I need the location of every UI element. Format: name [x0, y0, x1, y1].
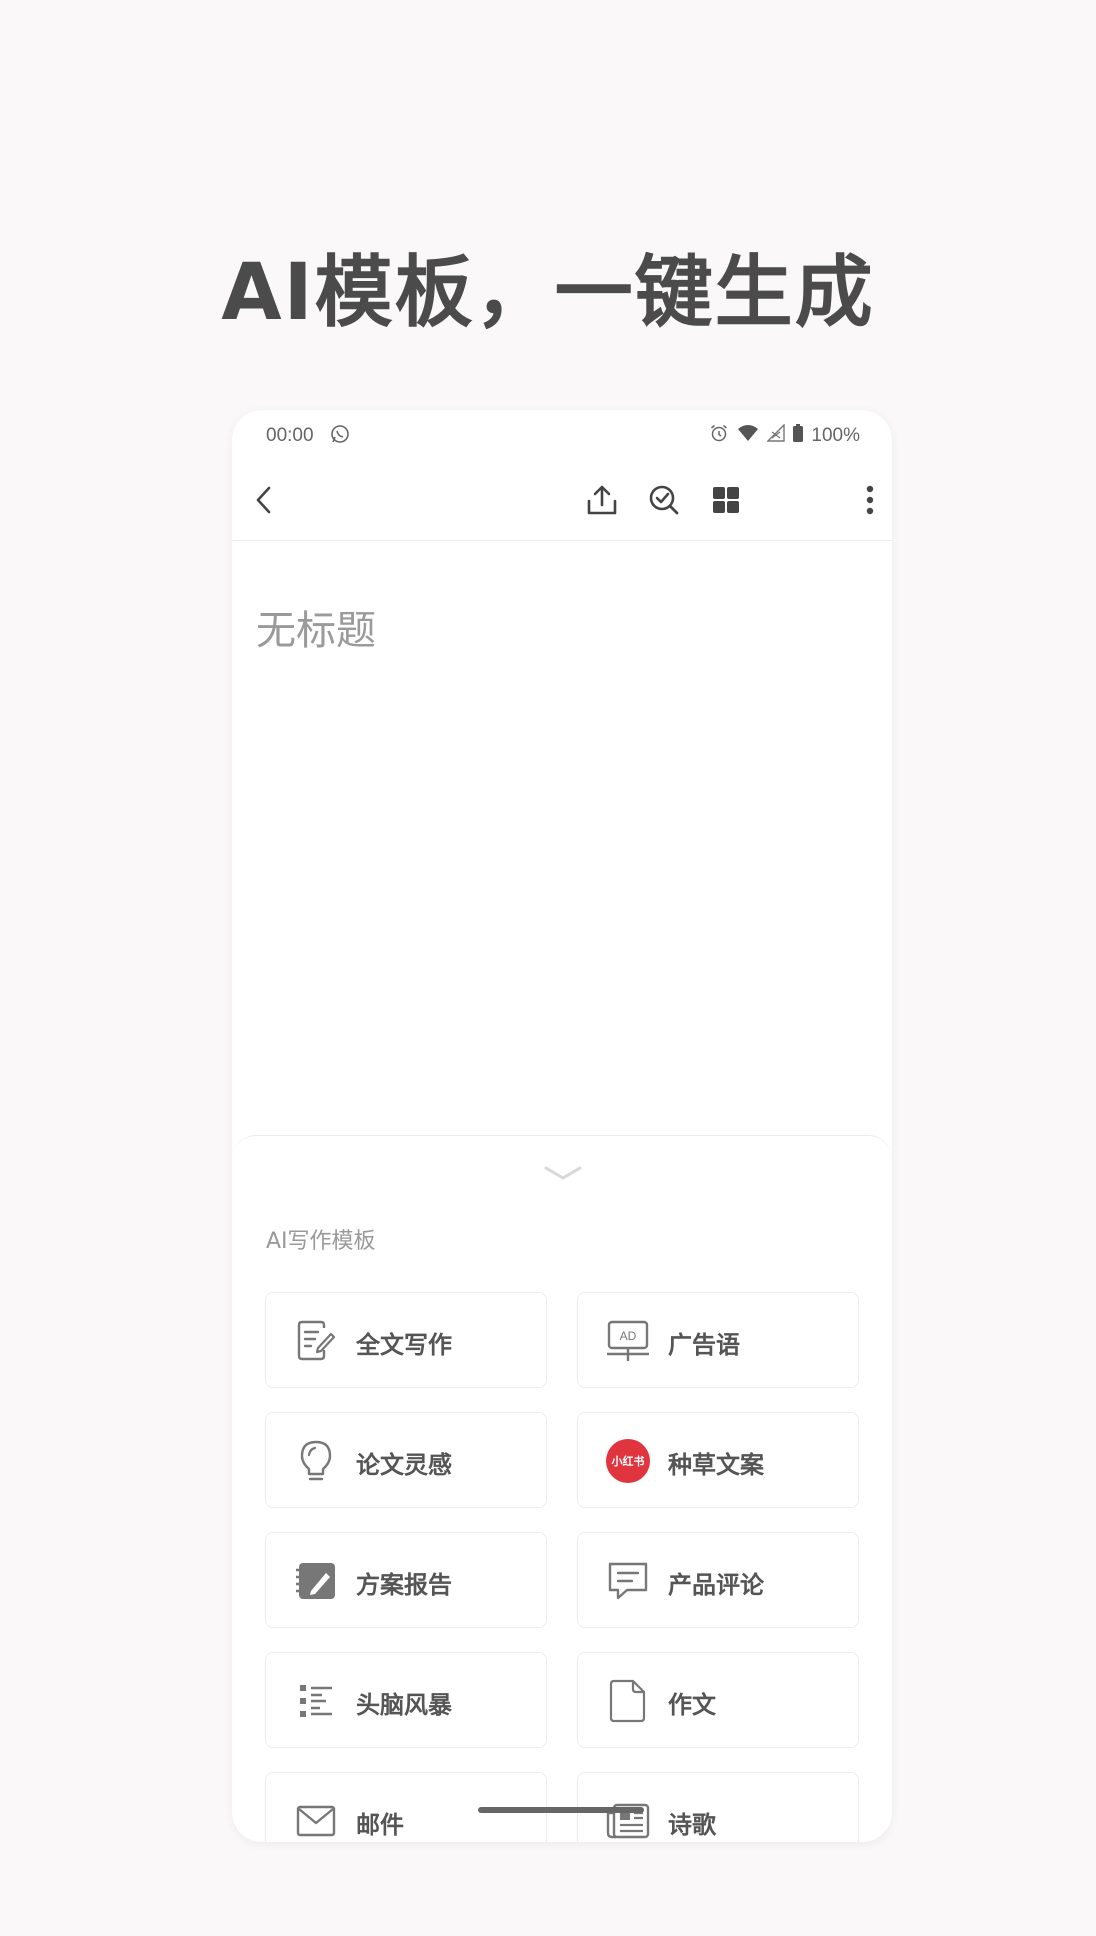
note-title-input[interactable]: 无标题 [256, 598, 376, 656]
template-card-full-writing[interactable]: 全文写作 [265, 1292, 547, 1388]
svg-text:AD: AD [620, 1329, 637, 1343]
template-label: 广告语 [668, 1331, 740, 1359]
battery-icon [793, 424, 804, 448]
template-label: 产品评论 [668, 1571, 764, 1599]
template-card-proposal-report[interactable]: 方案报告 [265, 1532, 547, 1628]
status-time: 00:00 [266, 425, 314, 446]
template-card-product-review[interactable]: 产品评论 [577, 1532, 859, 1628]
back-icon[interactable] [246, 482, 282, 518]
template-label: 种草文案 [668, 1451, 764, 1479]
status-icons: 100% [709, 423, 860, 449]
template-label: 诗歌 [668, 1811, 716, 1839]
phone-screen: 00:00 100% 无标题 AI写作模板 全文写作 AD 广告语 论文灵感 小… [232, 410, 892, 1842]
comment-icon [606, 1559, 650, 1603]
template-label: 论文灵感 [356, 1451, 452, 1479]
template-label: 作文 [668, 1691, 716, 1719]
xiaohongshu-badge: 小红书 [606, 1439, 650, 1483]
sheet-title: AI写作模板 [266, 1229, 376, 1254]
check-search-icon[interactable] [646, 482, 682, 518]
wifi-icon [737, 424, 759, 448]
battery-level: 100% [811, 425, 860, 446]
share-icon[interactable] [584, 482, 620, 518]
template-label: 方案报告 [356, 1571, 452, 1599]
alarm-icon [709, 423, 729, 449]
template-card-essay[interactable]: 作文 [577, 1652, 859, 1748]
status-bar: 00:00 100% [232, 410, 892, 460]
template-card-paper-ideas[interactable]: 论文灵感 [265, 1412, 547, 1508]
grid-icon[interactable] [708, 482, 744, 518]
home-indicator[interactable] [478, 1807, 644, 1813]
template-label: 全文写作 [356, 1331, 452, 1359]
template-card-seeding-copy[interactable]: 小红书 种草文案 [577, 1412, 859, 1508]
template-label: 邮件 [356, 1811, 404, 1839]
template-card-brainstorm[interactable]: 头脑风暴 [265, 1652, 547, 1748]
page-icon [606, 1679, 650, 1723]
mail-icon [294, 1799, 338, 1842]
ai-template-sheet: AI写作模板 全文写作 AD 广告语 论文灵感 小红书 种草文案 方案报告 产品… [232, 1135, 892, 1842]
notebook-pen-icon [294, 1559, 338, 1603]
more-icon[interactable] [852, 482, 888, 518]
ad-board-icon: AD [606, 1319, 650, 1363]
list-icon [294, 1679, 338, 1723]
collapse-chevron-icon[interactable] [543, 1164, 583, 1187]
whatsapp-icon [330, 424, 350, 450]
newspaper-icon [606, 1799, 650, 1842]
signal-icon [766, 423, 786, 448]
template-label: 头脑风暴 [356, 1691, 452, 1719]
document-edit-icon [294, 1319, 338, 1363]
xiaohongshu-icon: 小红书 [606, 1439, 650, 1483]
lightbulb-icon [294, 1439, 338, 1483]
note-toolbar [232, 460, 892, 541]
template-card-slogan[interactable]: AD 广告语 [577, 1292, 859, 1388]
promo-headline: AI模板，一键生成 [221, 248, 875, 338]
